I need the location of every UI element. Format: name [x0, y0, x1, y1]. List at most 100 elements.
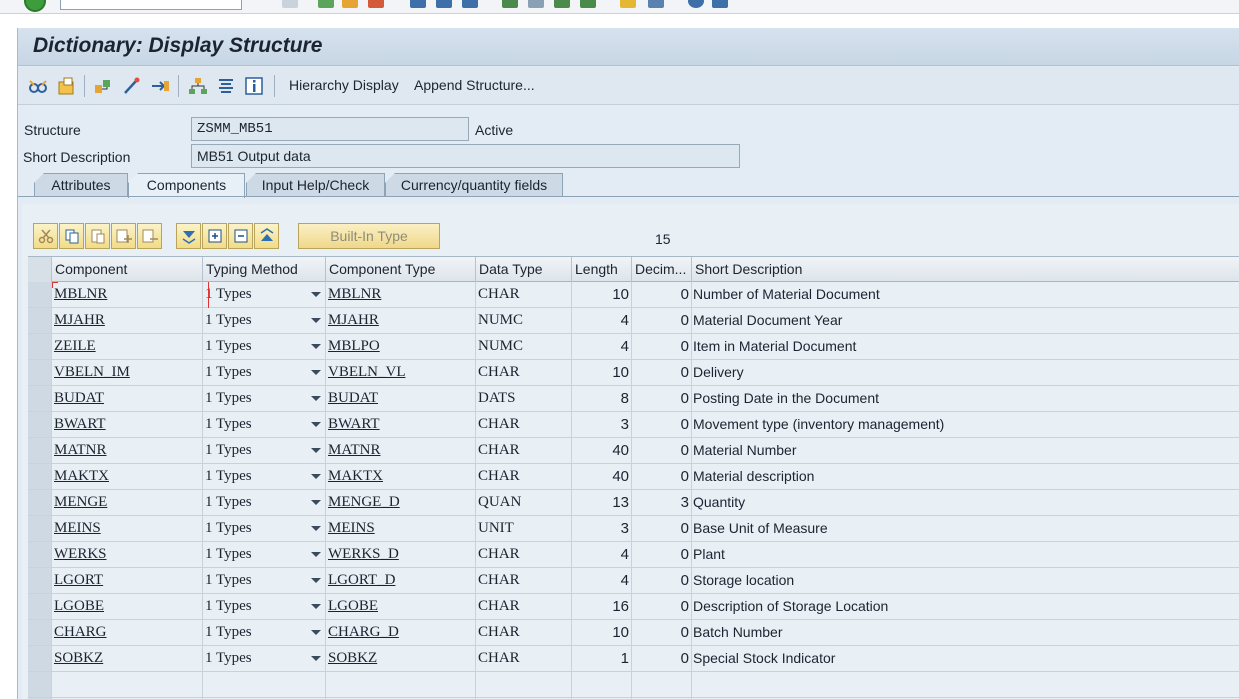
tree-icon[interactable]	[188, 77, 208, 95]
row-selector[interactable]	[28, 620, 52, 645]
component-type-cell[interactable]: WERKS_D	[326, 542, 476, 567]
command-field[interactable]	[60, 0, 242, 10]
chevron-down-icon[interactable]	[311, 422, 321, 427]
typing-method-cell[interactable]: 1 Types	[203, 360, 326, 385]
column-header-typing-method[interactable]: Typing Method	[203, 257, 326, 282]
component-cell[interactable]: MATNR	[52, 438, 203, 463]
component-type-cell[interactable]: MEINS	[326, 516, 476, 541]
column-header-data-type[interactable]: Data Type	[476, 257, 572, 282]
chevron-down-icon[interactable]	[311, 526, 321, 531]
component-cell[interactable]: BUDAT	[52, 386, 203, 411]
where-used-icon[interactable]	[150, 77, 170, 95]
component-cell[interactable]	[52, 672, 203, 697]
first-page-icon[interactable]	[502, 0, 518, 8]
chevron-down-icon[interactable]	[311, 578, 321, 583]
component-cell[interactable]: VBELN_IM	[52, 360, 203, 385]
component-cell[interactable]: MBLNR	[52, 282, 203, 307]
tab-currency-quantity-fields[interactable]: Currency/quantity fields	[385, 173, 563, 197]
chevron-down-icon[interactable]	[311, 604, 321, 609]
component-type-cell[interactable]: BWART	[326, 412, 476, 437]
component-type-cell[interactable]: LGORT_D	[326, 568, 476, 593]
chevron-down-icon[interactable]	[311, 552, 321, 557]
component-type-cell[interactable]: BUDAT	[326, 386, 476, 411]
column-header-component-type[interactable]: Component Type	[326, 257, 476, 282]
column-header-short-description[interactable]: Short Description	[692, 257, 1239, 282]
row-selector[interactable]	[28, 672, 52, 697]
row-selector[interactable]	[28, 386, 52, 411]
expand-button[interactable]	[202, 223, 227, 249]
component-type-cell[interactable]: LGOBE	[326, 594, 476, 619]
wand-icon[interactable]	[122, 77, 142, 95]
filter-up-button[interactable]	[254, 223, 279, 249]
filter-down-button[interactable]	[176, 223, 201, 249]
typing-method-cell[interactable]: 1 Types	[203, 646, 326, 671]
structure-field[interactable]: ZSMM_MB51	[191, 117, 469, 141]
cancel-icon[interactable]	[368, 0, 384, 8]
component-type-cell[interactable]: CHARG_D	[326, 620, 476, 645]
chevron-down-icon[interactable]	[311, 474, 321, 479]
typing-method-cell[interactable]: 1 Types	[203, 568, 326, 593]
tab-input-help-check[interactable]: Input Help/Check	[246, 173, 385, 197]
component-type-cell[interactable]	[326, 672, 476, 697]
component-cell[interactable]: MAKTX	[52, 464, 203, 489]
component-type-cell[interactable]: SOBKZ	[326, 646, 476, 671]
row-selector[interactable]	[28, 594, 52, 619]
table-row[interactable]: CHARG 1 Types CHARG_D CHAR 10 0 Batch Number	[28, 620, 1239, 646]
typing-method-cell[interactable]: 1 Types	[203, 594, 326, 619]
typing-method-cell[interactable]: 1 Types	[203, 490, 326, 515]
row-selector-header[interactable]	[28, 257, 52, 282]
next-page-icon[interactable]	[554, 0, 570, 8]
row-selector[interactable]	[28, 464, 52, 489]
hierarchy-display-button[interactable]: Hierarchy Display	[289, 77, 399, 93]
row-selector[interactable]	[28, 334, 52, 359]
typing-method-cell[interactable]: 1 Types	[203, 334, 326, 359]
row-selector[interactable]	[28, 282, 52, 307]
delete-row-button[interactable]	[137, 223, 162, 249]
table-row[interactable]: LGOBE 1 Types LGOBE CHAR 16 0 Description of S…	[28, 594, 1239, 620]
column-header-length[interactable]: Length	[572, 257, 632, 282]
component-type-cell[interactable]: MAKTX	[326, 464, 476, 489]
paste-button[interactable]	[85, 223, 110, 249]
insert-row-button[interactable]	[111, 223, 136, 249]
component-type-cell[interactable]: MATNR	[326, 438, 476, 463]
typing-method-cell[interactable]: 1 Types	[203, 542, 326, 567]
component-type-cell[interactable]: MJAHR	[326, 308, 476, 333]
chevron-down-icon[interactable]	[311, 370, 321, 375]
chevron-down-icon[interactable]	[311, 500, 321, 505]
find-next-icon[interactable]	[462, 0, 478, 8]
glasses-icon[interactable]	[28, 77, 48, 95]
row-selector[interactable]	[28, 490, 52, 515]
typing-method-cell[interactable]: 1 Types	[203, 308, 326, 333]
print-icon[interactable]	[410, 0, 426, 8]
table-row[interactable]: MATNR 1 Types MATNR CHAR 40 0 Material Number	[28, 438, 1239, 464]
typing-method-cell[interactable]	[203, 672, 326, 697]
component-cell[interactable]: MENGE	[52, 490, 203, 515]
table-row[interactable]: BWART 1 Types BWART CHAR 3 0 Movement type (in…	[28, 412, 1239, 438]
component-type-cell[interactable]: MENGE_D	[326, 490, 476, 515]
row-selector[interactable]	[28, 360, 52, 385]
table-row[interactable]: MJAHR 1 Types MJAHR NUMC 4 0 Material Document…	[28, 308, 1239, 334]
component-cell[interactable]: SOBKZ	[52, 646, 203, 671]
table-row[interactable]	[28, 672, 1239, 698]
collapse-button[interactable]	[228, 223, 253, 249]
component-cell[interactable]: CHARG	[52, 620, 203, 645]
row-selector[interactable]	[28, 568, 52, 593]
table-row[interactable]: MBLNR 1 Types MBLNR CHAR 10 0 Number of Materi…	[28, 282, 1239, 308]
typing-method-cell[interactable]: 1 Types	[203, 620, 326, 645]
component-cell[interactable]: MEINS	[52, 516, 203, 541]
component-cell[interactable]: MJAHR	[52, 308, 203, 333]
typing-method-cell[interactable]: 1 Types	[203, 464, 326, 489]
row-selector[interactable]	[28, 516, 52, 541]
table-row[interactable]: SOBKZ 1 Types SOBKZ CHAR 1 0 Special Stock Ind…	[28, 646, 1239, 672]
help-icon[interactable]	[688, 0, 704, 8]
component-type-cell[interactable]: VBELN_VL	[326, 360, 476, 385]
find-icon[interactable]	[436, 0, 452, 8]
short-description-field[interactable]: MB51 Output data	[191, 144, 740, 168]
table-row[interactable]: BUDAT 1 Types BUDAT DATS 8 0 Posting Date in t…	[28, 386, 1239, 412]
chevron-down-icon[interactable]	[311, 344, 321, 349]
chevron-down-icon[interactable]	[311, 656, 321, 661]
chevron-down-icon[interactable]	[311, 448, 321, 453]
row-selector[interactable]	[28, 646, 52, 671]
info-icon[interactable]	[244, 77, 264, 95]
back-icon[interactable]	[318, 0, 334, 8]
